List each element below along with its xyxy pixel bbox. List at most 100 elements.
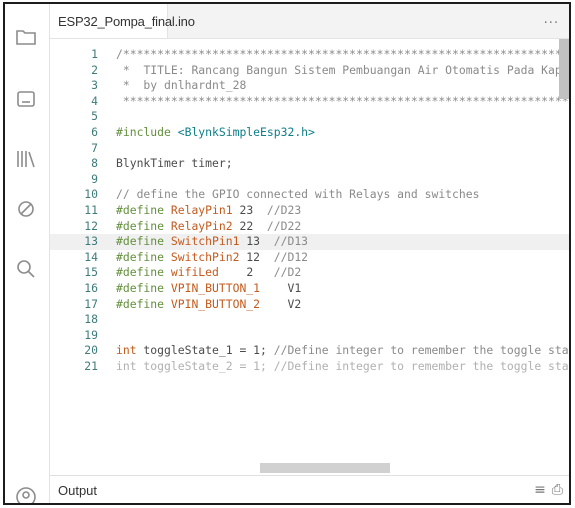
code-line[interactable]: 7 bbox=[50, 141, 569, 157]
activity-bar bbox=[5, 4, 50, 503]
code-token: //D2 bbox=[273, 265, 302, 280]
line-code: #define RelayPin1 23 //D23 bbox=[116, 203, 301, 219]
code-line[interactable]: 14 #define SwitchPin2 12 //D12 bbox=[50, 250, 569, 266]
ide-window: ESP32_Pompa_final.ino ... 1 /************… bbox=[3, 2, 571, 505]
line-code: * by dnlhardnt_28 bbox=[116, 78, 246, 94]
line-code: * TITLE: Rancang Bangun Sistem Pembuanga… bbox=[116, 63, 569, 79]
list-filter-icon[interactable]: ≡ bbox=[534, 482, 546, 498]
account-icon[interactable] bbox=[13, 484, 39, 503]
code-token: RelayPin1 bbox=[170, 202, 233, 217]
code-token: BlynkTimer timer; bbox=[116, 156, 233, 171]
code-line[interactable]: 6 #include <BlynkSimpleEsp32.h> bbox=[50, 125, 569, 141]
line-code: #define VPIN_BUTTON_1 V1 bbox=[116, 281, 301, 297]
code-line[interactable]: 2 * TITLE: Rancang Bangun Sistem Pembuan… bbox=[50, 63, 569, 79]
vertical-scrollbar[interactable] bbox=[559, 39, 569, 99]
line-number: 16 bbox=[84, 280, 98, 295]
line-code: BlynkTimer timer; bbox=[116, 156, 233, 172]
code-token: V1 bbox=[260, 280, 302, 295]
tab-file[interactable]: ESP32_Pompa_final.ino bbox=[50, 4, 195, 38]
code-editor[interactable]: 1 /**************************************… bbox=[50, 39, 569, 475]
board-icon[interactable] bbox=[13, 86, 39, 112]
code-token: * by dnlhardnt_28 bbox=[116, 78, 247, 93]
tab-file-label: ESP32_Pompa_final.ino bbox=[58, 13, 195, 29]
code-line[interactable]: 9 bbox=[50, 172, 569, 188]
lock-icon[interactable]: ⎙ bbox=[552, 482, 563, 498]
code-token: #define bbox=[116, 218, 171, 233]
code-token: * bbox=[116, 62, 144, 77]
code-token: VPIN_BUTTON_2 bbox=[170, 296, 261, 311]
code-token: #define bbox=[116, 265, 171, 280]
code-token: //D23 bbox=[266, 202, 302, 217]
output-actions: ≡ ⎙ bbox=[534, 482, 563, 498]
code-token: // define the GPIO connected with Relays… bbox=[116, 187, 480, 202]
line-code: #define SwitchPin1 13 //D13 bbox=[116, 234, 308, 250]
code-line[interactable]: 18 bbox=[50, 312, 569, 328]
library-icon[interactable] bbox=[13, 146, 39, 172]
code-token: //D22 bbox=[266, 218, 302, 233]
folder-icon[interactable] bbox=[13, 24, 39, 50]
horizontal-scrollbar[interactable] bbox=[260, 463, 390, 473]
line-number: 14 bbox=[84, 249, 98, 264]
search-icon[interactable] bbox=[13, 256, 39, 282]
code-line[interactable]: 3 * by dnlhardnt_28 bbox=[50, 78, 569, 94]
line-number: 15 bbox=[84, 265, 98, 280]
code-token: RelayPin2 bbox=[170, 218, 233, 233]
code-line[interactable]: 5 bbox=[50, 109, 569, 125]
code-token: #define bbox=[116, 249, 171, 264]
code-line[interactable]: 10 // define the GPIO connected with Rela… bbox=[50, 187, 569, 203]
code-line[interactable]: 21 int toggleState_2 = 1; //Define intege… bbox=[50, 359, 569, 375]
code-token: #define bbox=[116, 296, 171, 311]
code-token: int bbox=[116, 343, 137, 358]
line-code: ****************************************… bbox=[116, 94, 569, 110]
code-token: #include bbox=[116, 124, 178, 139]
line-number: 17 bbox=[84, 296, 98, 311]
code-token: SwitchPin2 bbox=[170, 249, 240, 264]
code-token: VPIN_BUTTON_1 bbox=[170, 280, 261, 295]
code-token: SwitchPin1 bbox=[170, 234, 240, 249]
code-token: 23 bbox=[232, 202, 267, 217]
line-number: 9 bbox=[91, 171, 98, 186]
code-token: 12 bbox=[239, 249, 274, 264]
code-token: 2 bbox=[218, 265, 274, 280]
code-token: toggleState_1 = 1; bbox=[136, 343, 274, 358]
code-line[interactable]: 11 #define RelayPin1 23 //D23 bbox=[50, 203, 569, 219]
code-line[interactable]: 13 #define SwitchPin1 13 //D13 bbox=[50, 234, 569, 250]
code-line[interactable]: 8 BlynkTimer timer; bbox=[50, 156, 569, 172]
line-code: #define wifiLed 2 //D2 bbox=[116, 265, 301, 281]
code-lines: 1 /**************************************… bbox=[50, 39, 569, 374]
code-token: #define bbox=[116, 280, 171, 295]
code-line[interactable]: 12 #define RelayPin2 22 //D22 bbox=[50, 219, 569, 235]
line-code: #define RelayPin2 22 //D22 bbox=[116, 219, 301, 235]
code-token: V2 bbox=[260, 296, 302, 311]
code-token: wifiLed bbox=[170, 265, 219, 280]
code-token: TITLE: Rancang Bangun Sistem Pembuangan … bbox=[143, 62, 569, 77]
line-code: int toggleState_2 = 1; //Define integer … bbox=[116, 359, 569, 375]
code-token: 13 bbox=[239, 234, 274, 249]
output-panel: Output ≡ ⎙ bbox=[50, 475, 569, 503]
code-token: /***************************************… bbox=[116, 47, 569, 61]
code-line[interactable]: 1 /**************************************… bbox=[50, 47, 569, 63]
line-number: 18 bbox=[84, 312, 98, 327]
line-number: 3 bbox=[91, 78, 98, 93]
line-code: /***************************************… bbox=[116, 47, 569, 63]
line-number: 19 bbox=[84, 327, 98, 342]
line-number: 10 bbox=[84, 187, 98, 202]
tab-bar: ESP32_Pompa_final.ino ... bbox=[50, 4, 569, 39]
line-number: 20 bbox=[84, 343, 98, 358]
code-token: 22 bbox=[232, 218, 267, 233]
code-token: #define bbox=[116, 234, 171, 249]
output-title: Output bbox=[58, 483, 98, 498]
code-line[interactable]: 4 **************************************… bbox=[50, 94, 569, 110]
more-actions-icon[interactable]: ... bbox=[544, 12, 559, 27]
code-token: //D12 bbox=[273, 249, 309, 264]
code-line[interactable]: 20 int toggleState_1 = 1; //Define intege… bbox=[50, 343, 569, 359]
code-token: #define bbox=[116, 202, 171, 217]
line-number: 13 bbox=[84, 234, 98, 249]
code-line[interactable]: 17 #define VPIN_BUTTON_2 V2 bbox=[50, 297, 569, 313]
line-number: 11 bbox=[84, 202, 98, 217]
code-token: //D13 bbox=[273, 234, 309, 249]
code-line[interactable]: 16 #define VPIN_BUTTON_1 V1 bbox=[50, 281, 569, 297]
debug-icon[interactable] bbox=[13, 196, 39, 222]
code-line[interactable]: 15 #define wifiLed 2 //D2 bbox=[50, 265, 569, 281]
code-line[interactable]: 19 bbox=[50, 328, 569, 344]
